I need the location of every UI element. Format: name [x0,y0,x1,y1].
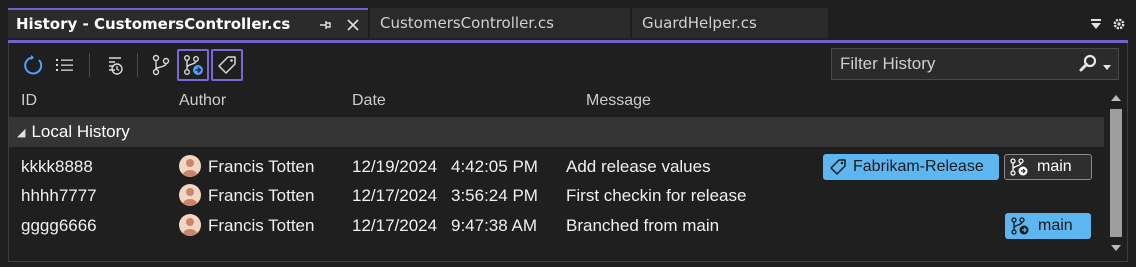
history-panel: ID Author Date Message ◢ Local History k… [8,43,1128,262]
document-tab-bar: History - CustomersController.cs Custome… [0,0,1136,44]
column-header-date[interactable]: Date [352,92,386,110]
toolbar-separator [137,53,138,77]
remote-branch-icon[interactable] [177,49,209,81]
vertical-scrollbar[interactable] [1106,89,1127,259]
history-icon[interactable] [97,49,129,81]
commit-author: Francis Totten [208,186,315,205]
scrollbar-thumb[interactable] [1110,109,1122,237]
tab-guard-helper[interactable]: GuardHelper.cs [632,8,828,38]
commit-message: Add release values [566,157,711,176]
avatar [179,184,201,206]
branch-icon[interactable] [145,49,177,81]
filter-history-box[interactable] [831,48,1119,80]
tab-title: GuardHelper.cs [642,14,757,32]
search-icon[interactable] [1078,54,1098,78]
commit-time: 3:56:24 PM [451,186,538,205]
remote-branch-badge[interactable]: main [1004,154,1092,180]
close-icon[interactable] [342,10,364,40]
remote-branch-icon [1010,158,1028,176]
table-row[interactable]: kkkk8888 Francis Totten 12/19/2024 4:42:… [9,152,1104,182]
scroll-up-icon[interactable] [1110,93,1122,103]
commit-date: 12/17/2024 [352,216,438,235]
commit-id: hhhh7777 [21,186,97,205]
column-header-author[interactable]: Author [179,92,226,110]
tag-icon[interactable] [211,49,243,81]
branch-label: main [1038,217,1073,234]
table-row[interactable]: gggg6666 Francis Totten 12/17/2024 9:47:… [9,211,1104,241]
avatar [179,155,201,177]
tag-icon [830,159,846,175]
chevron-down-icon[interactable] [1102,57,1112,76]
toolbar-separator [89,53,90,77]
tag-badge[interactable]: Fabrikam-Release [823,154,999,180]
history-toolbar [9,43,1127,87]
scroll-down-icon[interactable] [1110,243,1122,253]
tab-title: CustomersController.cs [380,14,554,32]
branch-icon [1011,217,1029,235]
table-row[interactable]: hhhh7777 Francis Totten 12/17/2024 3:56:… [9,181,1104,211]
tab-title: History - CustomersController.cs [16,15,291,33]
column-header-id[interactable]: ID [21,92,37,110]
group-local-history[interactable]: ◢ Local History [9,117,1104,147]
branch-badge[interactable]: main [1005,213,1091,239]
commit-author: Francis Totten [208,157,315,176]
column-header-message[interactable]: Message [586,92,651,110]
avatar [179,214,201,236]
column-header-row: ID Author Date Message [9,89,1104,115]
commit-id: gggg6666 [21,216,97,235]
tab-dropdown-icon[interactable] [1085,10,1107,38]
pin-icon[interactable] [314,10,336,40]
group-label: Local History [31,122,130,141]
commit-time: 9:47:38 AM [451,216,538,235]
commit-message: First checkin for release [566,186,747,205]
commit-message: Branched from main [566,216,720,235]
tag-label: Fabrikam-Release [853,158,984,175]
list-view-icon[interactable] [49,49,81,81]
commit-date: 12/19/2024 [352,157,438,176]
refresh-icon[interactable] [17,49,49,81]
tab-customers-controller[interactable]: CustomersController.cs [370,8,630,38]
commit-time: 4:42:05 PM [451,157,538,176]
commit-author: Francis Totten [208,216,315,235]
filter-history-input[interactable] [832,53,1072,75]
commit-date: 12/17/2024 [352,186,438,205]
gear-icon[interactable] [1108,10,1130,38]
branch-label: main [1037,158,1072,175]
tab-history[interactable]: History - CustomersController.cs [8,8,368,38]
collapse-triangle-icon[interactable]: ◢ [17,126,25,139]
commit-id: kkkk8888 [21,157,93,176]
